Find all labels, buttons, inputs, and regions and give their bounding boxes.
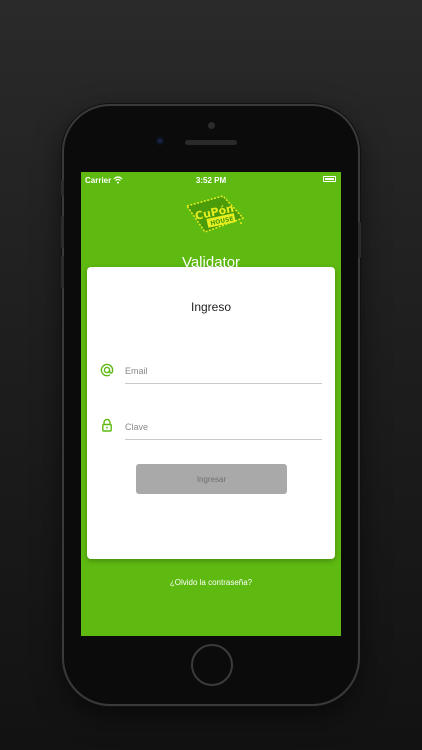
lock-icon [102,418,112,432]
at-sign-icon [100,363,114,377]
forgot-password-link[interactable]: ¿Olvido la contraseña? [81,578,341,587]
proximity-sensor [156,137,164,145]
login-button[interactable]: Ingresar [136,464,287,494]
app-screen: Carrier 3:52 PM CuPón HOUSE Validator In… [81,172,341,636]
cupon-house-logo: CuPón HOUSE [185,195,245,233]
front-camera [208,122,215,129]
login-card: Ingreso Ingresar [87,267,335,559]
home-button [191,644,233,686]
status-time: 3:52 PM [195,176,227,185]
earpiece-speaker [185,140,237,145]
status-bar: Carrier 3:52 PM [81,172,341,188]
phone-frame: Carrier 3:52 PM CuPón HOUSE Validator In… [61,106,361,704]
password-input[interactable] [125,415,322,440]
volume-up-button [61,216,64,248]
login-title: Ingreso [190,300,232,314]
volume-down-button [61,256,64,288]
mute-switch [61,180,64,196]
email-input[interactable] [125,359,322,384]
battery-icon [323,176,336,182]
power-button [358,222,361,258]
